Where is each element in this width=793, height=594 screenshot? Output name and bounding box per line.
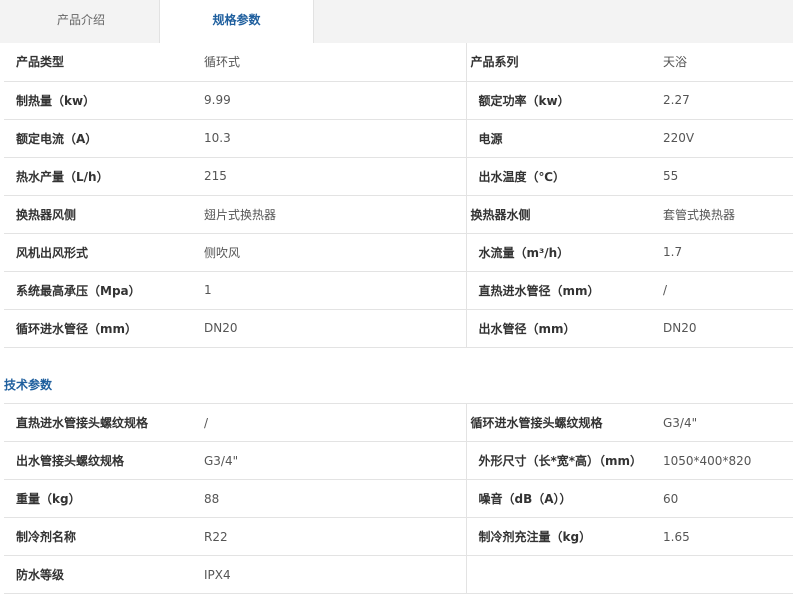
spec-value-cell: 天浴 (651, 43, 793, 82)
tech-label-cell: 制冷剂充注量（kg） (465, 517, 651, 556)
spec-row: 风机出风形式 侧吹风 水流量（m³/h） 1.7 (4, 233, 793, 272)
tech-label-cell: 外形尺寸（长*宽*高）（mm） (465, 441, 651, 480)
tab-specifications[interactable]: 规格参数 (159, 0, 314, 43)
spec-value-cell: 215 (204, 157, 466, 196)
tab-bar: 产品介绍 规格参数 (0, 0, 793, 43)
spec-label-cell: 出水管径（mm） (465, 309, 651, 348)
tech-value-cell: G3/4" (204, 441, 466, 480)
spec-row: 产品类型 循环式 产品系列 天浴 (4, 43, 793, 82)
tech-value-cell: 88 (204, 479, 466, 518)
spec-value-cell: 侧吹风 (204, 233, 466, 272)
spec-label-cell: 额定功率（kw） (465, 81, 651, 120)
spec-label-cell: 额定电流（A） (4, 119, 204, 158)
tech-label-cell: 循环进水管接头螺纹规格 (465, 403, 651, 442)
tech-label-cell (465, 555, 651, 594)
spec-label-cell: 换热器水侧 (465, 195, 651, 234)
spec-label-cell: 水流量（m³/h） (465, 233, 651, 272)
tech-label-cell: 防水等级 (4, 555, 204, 594)
section-title-tech-params: 技术参数 (4, 378, 53, 392)
spec-value-cell: 套管式换热器 (651, 195, 793, 234)
spec-row: 循环进水管径（mm） DN20 出水管径（mm） DN20 (4, 309, 793, 348)
spec-row: 制热量（kw） 9.99 额定功率（kw） 2.27 (4, 81, 793, 120)
tech-label-cell: 出水管接头螺纹规格 (4, 441, 204, 480)
spec-label-cell: 循环进水管径（mm） (4, 309, 204, 348)
tech-label-cell: 制冷剂名称 (4, 517, 204, 556)
tech-row: 防水等级 IPX4 (4, 555, 793, 594)
spec-label-cell: 系统最高承压（Mpa） (4, 271, 204, 310)
spec-row: 换热器风侧 翅片式换热器 换热器水侧 套管式换热器 (4, 195, 793, 234)
spec-value-cell: DN20 (204, 309, 466, 348)
tech-value-cell: 1050*400*820 (651, 441, 793, 480)
tech-row: 直热进水管接头螺纹规格 / 循环进水管接头螺纹规格 G3/4" (4, 403, 793, 442)
spec-value-cell: DN20 (651, 309, 793, 348)
spec-table: 产品类型 循环式 产品系列 天浴 制热量（kw） 9.99 额定功率（kw） 2.27 额定电流… (4, 43, 793, 348)
spec-value-cell: 10.3 (204, 119, 466, 158)
spec-label-cell: 电源 (465, 119, 651, 158)
tech-value-cell: 1.65 (651, 517, 793, 556)
spec-value-cell: 220V (651, 119, 793, 158)
spec-label-cell: 直热进水管径（mm） (465, 271, 651, 310)
spec-value-cell: 9.99 (204, 81, 466, 120)
spec-label-cell: 制热量（kw） (4, 81, 204, 120)
tech-row: 重量（kg） 88 噪音（dB（A）） 60 (4, 479, 793, 518)
tech-row: 出水管接头螺纹规格 G3/4" 外形尺寸（长*宽*高）（mm） 1050*400*82… (4, 441, 793, 480)
tab-product-intro[interactable]: 产品介绍 (4, 0, 158, 43)
spec-label-cell: 产品类型 (4, 43, 204, 82)
spec-row: 额定电流（A） 10.3 电源 220V (4, 119, 793, 158)
spec-value-cell: 翅片式换热器 (204, 195, 466, 234)
tech-table: 直热进水管接头螺纹规格 / 循环进水管接头螺纹规格 G3/4" 出水管接头螺纹规格 G3/… (4, 403, 793, 594)
spec-row: 热水产量（L/h） 215 出水温度（℃） 55 (4, 157, 793, 196)
spec-value-cell: 55 (651, 157, 793, 196)
spec-value-cell: 2.27 (651, 81, 793, 120)
tech-label-cell: 重量（kg） (4, 479, 204, 518)
tech-label-cell: 噪音（dB（A）） (465, 479, 651, 518)
tech-value-cell: R22 (204, 517, 466, 556)
spec-label-cell: 热水产量（L/h） (4, 157, 204, 196)
spec-label-cell: 换热器风侧 (4, 195, 204, 234)
tech-value-cell: 60 (651, 479, 793, 518)
spec-row: 系统最高承压（Mpa） 1 直热进水管径（mm） / (4, 271, 793, 310)
tech-row: 制冷剂名称 R22 制冷剂充注量（kg） 1.65 (4, 517, 793, 556)
tech-value-cell (651, 555, 793, 594)
tech-value-cell: IPX4 (204, 555, 466, 594)
tech-label-cell: 直热进水管接头螺纹规格 (4, 403, 204, 442)
spec-value-cell: 循环式 (204, 43, 466, 82)
tech-value-cell: G3/4" (651, 403, 793, 442)
tech-value-cell: / (204, 403, 466, 442)
spec-label-cell: 出水温度（℃） (465, 157, 651, 196)
spec-value-cell: 1.7 (651, 233, 793, 272)
spec-label-cell: 风机出风形式 (4, 233, 204, 272)
spec-value-cell: 1 (204, 271, 466, 310)
spec-value-cell: / (651, 271, 793, 310)
spec-label-cell: 产品系列 (465, 43, 651, 82)
